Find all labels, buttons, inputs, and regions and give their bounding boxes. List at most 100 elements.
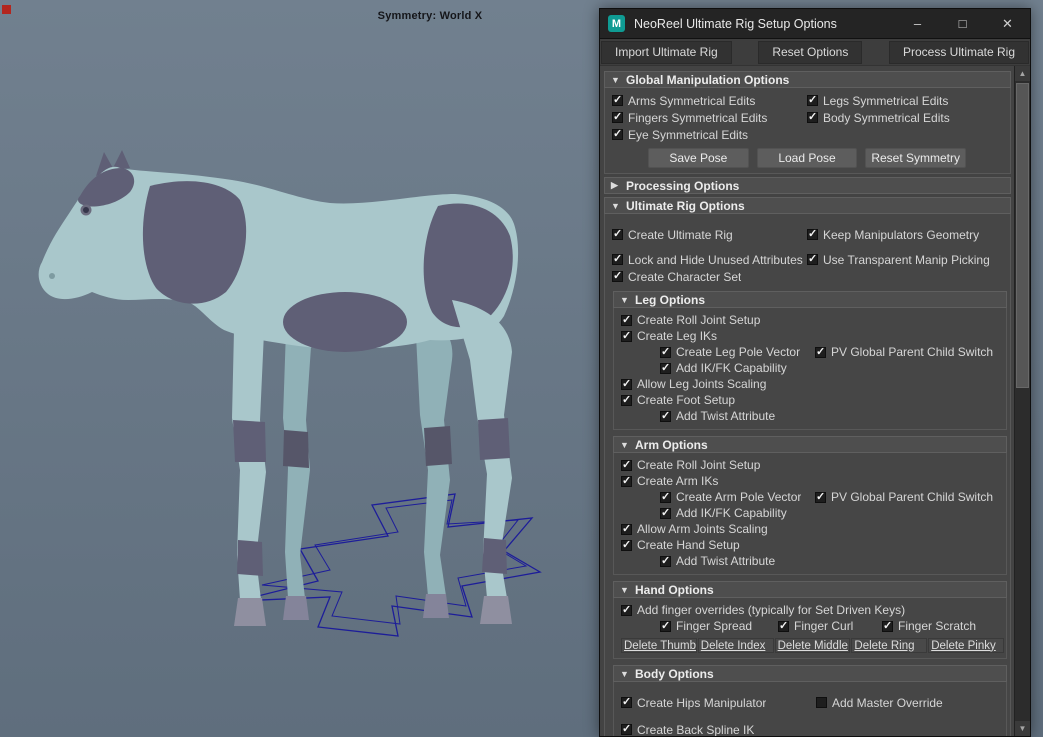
- reset-options-button[interactable]: Reset Options: [758, 40, 863, 64]
- section-header-hand-options[interactable]: ▼ Hand Options: [613, 581, 1007, 598]
- legs-symmetrical-checkbox[interactable]: [807, 93, 818, 106]
- load-pose-button[interactable]: Load Pose: [756, 148, 858, 168]
- section-header-leg-options[interactable]: ▼ Leg Options: [613, 291, 1007, 308]
- maximize-icon[interactable]: □: [940, 9, 985, 38]
- allow-arm-joints-scaling-label[interactable]: Allow Arm Joints Scaling: [637, 522, 768, 536]
- allow-leg-joints-scaling-label[interactable]: Allow Leg Joints Scaling: [637, 377, 766, 391]
- section-header-global-manipulation[interactable]: ▼ Global Manipulation Options: [604, 71, 1011, 88]
- lock-hide-unused-attributes-label[interactable]: Lock and Hide Unused Attributes: [628, 253, 803, 267]
- create-arm-iks-checkbox[interactable]: [621, 474, 632, 487]
- finger-curl-checkbox[interactable]: [778, 619, 789, 632]
- allow-arm-joints-scaling-checkbox[interactable]: [621, 522, 632, 535]
- fingers-symmetrical-label[interactable]: Fingers Symmetrical Edits: [628, 111, 767, 125]
- import-ultimate-rig-button[interactable]: Import Ultimate Rig: [601, 40, 732, 64]
- scroll-down-icon[interactable]: ▼: [1015, 721, 1030, 736]
- scrollbar-thumb[interactable]: [1016, 83, 1029, 388]
- delete-ring-button[interactable]: Delete Ring: [851, 638, 928, 653]
- scroll-up-icon[interactable]: ▲: [1015, 66, 1030, 81]
- create-leg-iks-checkbox[interactable]: [621, 329, 632, 342]
- arm-add-twist-attribute-label[interactable]: Add Twist Attribute: [676, 554, 775, 568]
- use-transparent-manip-picking-label[interactable]: Use Transparent Manip Picking: [823, 253, 990, 267]
- create-leg-iks-label[interactable]: Create Leg IKs: [637, 329, 717, 343]
- create-hips-manipulator-label[interactable]: Create Hips Manipulator: [637, 696, 766, 710]
- keep-manipulators-geometry-label[interactable]: Keep Manipulators Geometry: [823, 228, 979, 242]
- finger-spread-checkbox[interactable]: [660, 619, 671, 632]
- section-header-arm-options[interactable]: ▼ Arm Options: [613, 436, 1007, 453]
- finger-scratch-checkbox[interactable]: [882, 619, 893, 632]
- save-pose-button[interactable]: Save Pose: [648, 148, 749, 168]
- window-titlebar[interactable]: M NeoReel Ultimate Rig Setup Options – □…: [600, 9, 1030, 39]
- create-leg-pole-vector-checkbox[interactable]: [660, 345, 671, 358]
- vertical-scrollbar[interactable]: ▲ ▼: [1014, 66, 1030, 736]
- delete-middle-button[interactable]: Delete Middle: [774, 638, 851, 653]
- create-leg-pole-vector-label[interactable]: Create Leg Pole Vector: [676, 345, 800, 359]
- add-finger-overrides-label[interactable]: Add finger overrides (typically for Set …: [637, 603, 905, 617]
- delete-thumb-button[interactable]: Delete Thumb: [621, 638, 697, 653]
- create-foot-setup-checkbox[interactable]: [621, 393, 632, 406]
- arms-symmetrical-checkbox[interactable]: [612, 93, 623, 106]
- close-icon[interactable]: ✕: [985, 9, 1030, 38]
- scene-canvas[interactable]: [0, 0, 599, 737]
- use-transparent-manip-picking-checkbox[interactable]: [807, 252, 818, 265]
- minimize-icon[interactable]: –: [895, 9, 940, 38]
- arm-create-roll-joint-checkbox[interactable]: [621, 458, 632, 471]
- section-header-processing[interactable]: ▶ Processing Options: [604, 177, 1011, 194]
- leg-create-roll-joint-checkbox[interactable]: [621, 313, 632, 326]
- create-character-set-checkbox[interactable]: [612, 269, 623, 282]
- add-master-override-checkbox[interactable]: [816, 697, 827, 708]
- leg-create-roll-joint-label[interactable]: Create Roll Joint Setup: [637, 313, 760, 327]
- create-character-set-label[interactable]: Create Character Set: [628, 270, 741, 284]
- add-master-override-label[interactable]: Add Master Override: [832, 696, 943, 710]
- finger-curl-label[interactable]: Finger Curl: [794, 619, 853, 633]
- eye-symmetrical-checkbox[interactable]: [612, 127, 623, 140]
- fingers-symmetrical-checkbox[interactable]: [612, 110, 623, 123]
- leg-add-twist-attribute-checkbox[interactable]: [660, 409, 671, 422]
- horse-model[interactable]: [38, 150, 519, 626]
- create-back-spline-ik-checkbox[interactable]: [621, 722, 632, 735]
- create-arm-iks-label[interactable]: Create Arm IKs: [637, 474, 718, 488]
- leg-add-ikfk-capability-checkbox[interactable]: [660, 361, 671, 374]
- leg-pv-global-parent-child-switch-label[interactable]: PV Global Parent Child Switch: [831, 345, 993, 359]
- collapse-triangle-icon[interactable]: ▶: [611, 180, 626, 191]
- arm-add-ikfk-capability-label[interactable]: Add IK/FK Capability: [676, 506, 787, 520]
- collapse-triangle-icon[interactable]: ▼: [611, 75, 626, 85]
- create-hips-manipulator-checkbox[interactable]: [621, 695, 632, 708]
- finger-scratch-label[interactable]: Finger Scratch: [898, 619, 976, 633]
- delete-pinky-button[interactable]: Delete Pinky: [928, 638, 1004, 653]
- collapse-triangle-icon[interactable]: ▼: [620, 669, 635, 679]
- arms-symmetrical-label[interactable]: Arms Symmetrical Edits: [628, 94, 755, 108]
- delete-index-button[interactable]: Delete Index: [697, 638, 774, 653]
- arm-add-twist-attribute-checkbox[interactable]: [660, 554, 671, 567]
- legs-symmetrical-label[interactable]: Legs Symmetrical Edits: [823, 94, 948, 108]
- create-arm-pole-vector-checkbox[interactable]: [660, 490, 671, 503]
- collapse-triangle-icon[interactable]: ▼: [611, 201, 626, 211]
- process-ultimate-rig-button[interactable]: Process Ultimate Rig: [888, 40, 1029, 64]
- create-ultimate-rig-checkbox[interactable]: [612, 227, 623, 240]
- reset-symmetry-button[interactable]: Reset Symmetry: [865, 148, 967, 168]
- collapse-triangle-icon[interactable]: ▼: [620, 585, 635, 595]
- collapse-triangle-icon[interactable]: ▼: [620, 295, 635, 305]
- lock-hide-unused-attributes-checkbox[interactable]: [612, 252, 623, 265]
- arm-add-ikfk-capability-checkbox[interactable]: [660, 506, 671, 519]
- create-ultimate-rig-label[interactable]: Create Ultimate Rig: [628, 228, 733, 242]
- body-symmetrical-checkbox[interactable]: [807, 110, 818, 123]
- section-header-body-options[interactable]: ▼ Body Options: [613, 665, 1007, 682]
- create-back-spline-ik-label[interactable]: Create Back Spline IK: [637, 723, 754, 737]
- leg-pv-global-parent-child-switch-checkbox[interactable]: [815, 345, 826, 358]
- create-hand-setup-checkbox[interactable]: [621, 538, 632, 551]
- keep-manipulators-geometry-checkbox[interactable]: [807, 227, 818, 240]
- create-hand-setup-label[interactable]: Create Hand Setup: [637, 538, 740, 552]
- arm-create-roll-joint-label[interactable]: Create Roll Joint Setup: [637, 458, 760, 472]
- finger-spread-label[interactable]: Finger Spread: [676, 619, 752, 633]
- body-symmetrical-label[interactable]: Body Symmetrical Edits: [823, 111, 950, 125]
- eye-symmetrical-label[interactable]: Eye Symmetrical Edits: [628, 128, 748, 142]
- leg-add-twist-attribute-label[interactable]: Add Twist Attribute: [676, 409, 775, 423]
- create-foot-setup-label[interactable]: Create Foot Setup: [637, 393, 735, 407]
- arm-pv-global-parent-child-switch-checkbox[interactable]: [815, 490, 826, 503]
- allow-leg-joints-scaling-checkbox[interactable]: [621, 377, 632, 390]
- options-scroll-area[interactable]: ▼ Global Manipulation Options Arms Symme…: [600, 66, 1014, 736]
- add-finger-overrides-checkbox[interactable]: [621, 603, 632, 616]
- leg-add-ikfk-capability-label[interactable]: Add IK/FK Capability: [676, 361, 787, 375]
- collapse-triangle-icon[interactable]: ▼: [620, 440, 635, 450]
- create-arm-pole-vector-label[interactable]: Create Arm Pole Vector: [676, 490, 801, 504]
